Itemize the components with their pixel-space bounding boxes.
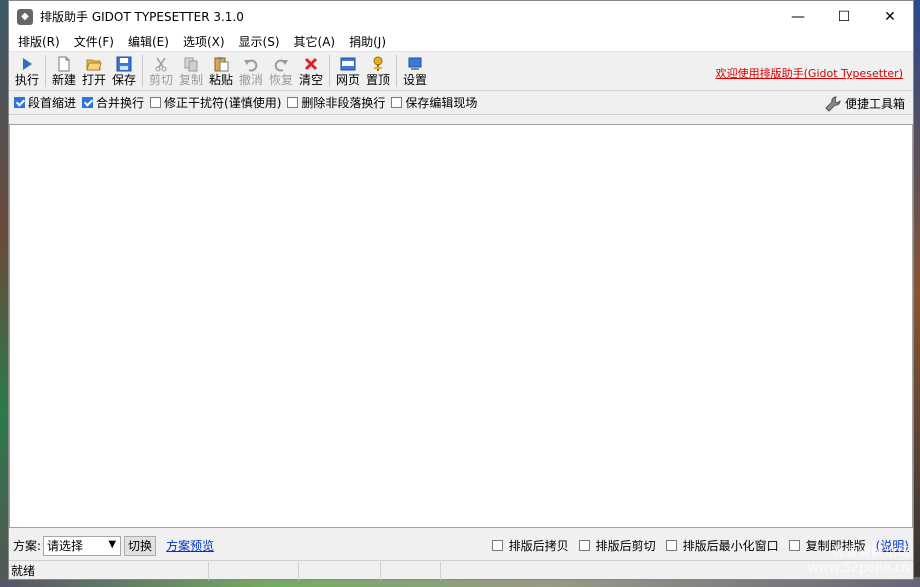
checkbox-box [391,97,403,108]
text-editor[interactable] [9,124,913,528]
settings-button[interactable]: 设置 [400,53,430,89]
monitor-icon [408,57,422,70]
checkbox-box [491,540,503,551]
redo-icon [274,59,288,72]
checkbox-box [150,97,162,108]
checkbox-box [665,540,677,551]
html-page-icon [340,57,356,70]
copy-icon [184,57,198,71]
app-window: ◆ 排版助手 GIDOT TYPESETTER 3.1.0 — ☐ ✕ 排版(R… [8,0,914,580]
menu-bar: 排版(R) 文件(F) 编辑(E) 选项(X) 显示(S) 其它(A) 捐助(J… [9,32,913,52]
open-button[interactable]: 打开 [79,53,109,89]
status-cell [209,561,299,580]
status-cell [381,561,441,580]
undo-button[interactable]: 撤消 [236,53,266,89]
save-button[interactable]: 保存 [109,53,139,89]
window-title: 排版助手 GIDOT TYPESETTER 3.1.0 [40,10,244,24]
chevron-down-icon: ▼ [108,538,117,550]
checkbox-box [14,97,25,108]
watermark: 吾爱破解论坛 www.52pojie.cn [807,545,910,576]
floppy-disk-icon [116,56,132,71]
folder-open-icon [86,59,102,70]
paste-button[interactable]: 粘贴 [206,53,236,89]
pin-top-button[interactable]: 置顶 [363,53,393,89]
checkbox-box [82,97,94,108]
status-cell [299,561,381,580]
app-logo-icon: ◆ [17,8,33,25]
switch-button[interactable]: 切换 [124,535,157,556]
new-file-icon [58,56,70,71]
redo-button[interactable]: 恢复 [266,53,296,89]
option-save-session-checkbox[interactable]: 保存编辑现场 [391,94,477,111]
toolbar: 执行 新建 打开 保存 剪切 复制 粘贴 撤消 恢复 清空 网页 置顶 设置 欢… [9,52,913,91]
desktop-background-right [914,0,920,587]
web-button[interactable]: 网页 [333,53,363,89]
checkbox-box [287,97,299,108]
run-button[interactable]: 执行 [12,53,42,89]
desktop-background-left [0,0,8,587]
menu-donate[interactable]: 捐助(J) [342,32,393,52]
checkbox-box [578,540,590,551]
minimize-button[interactable]: — [775,1,821,32]
menu-other[interactable]: 其它(A) [287,32,343,52]
scheme-bar: 方案: 请选择 ▼ 切换 方案预览 排版后拷贝 排版后剪切 排版后最小化窗口 复… [9,532,913,559]
minimize-after-checkbox[interactable]: 排版后最小化窗口 [665,537,779,554]
close-button[interactable]: ✕ [867,1,913,32]
toolbox-button[interactable]: 便捷工具箱 [825,95,905,112]
cut-after-checkbox[interactable]: 排版后剪切 [578,537,656,554]
checkbox-box [788,540,800,551]
undo-icon [244,59,258,72]
clipboard-icon [214,56,229,71]
play-icon [23,57,32,70]
option-fix-interference-checkbox[interactable]: 修正干扰符(谨慎使用) [150,94,281,111]
new-button[interactable]: 新建 [49,53,79,89]
menu-options[interactable]: 选项(X) [176,32,232,52]
scheme-label: 方案: [13,539,42,553]
cut-button[interactable]: 剪切 [146,53,176,89]
copy-button[interactable]: 复制 [176,53,206,89]
copy-after-checkbox[interactable]: 排版后拷贝 [491,537,569,554]
menu-view[interactable]: 显示(S) [232,32,287,52]
wrench-icon [825,96,841,112]
title-bar: ◆ 排版助手 GIDOT TYPESETTER 3.1.0 — ☐ ✕ [9,1,913,32]
red-x-icon [304,57,318,70]
clear-button[interactable]: 清空 [296,53,326,89]
scheme-select[interactable]: 请选择 ▼ [43,535,122,556]
scissors-icon [155,57,167,71]
option-indent-checkbox[interactable]: 段首缩进 [14,94,76,111]
status-text: 就绪 [9,561,209,580]
maximize-button[interactable]: ☐ [821,1,867,32]
menu-edit[interactable]: 编辑(E) [121,32,176,52]
options-bar: 段首缩进 合并换行 修正干扰符(谨慎使用) 删除非段落换行 保存编辑现场 便捷工… [9,91,913,115]
welcome-link[interactable]: 欢迎使用排版助手(Gidot Typesetter) [716,65,903,81]
status-bar: 就绪 [9,560,913,580]
menu-file[interactable]: 文件(F) [67,32,121,52]
menu-typeset[interactable]: 排版(R) [11,32,67,52]
option-remove-breaks-checkbox[interactable]: 删除非段落换行 [287,94,385,111]
scheme-preview-link[interactable]: 方案预览 [166,537,214,554]
pin-icon [373,56,383,71]
option-merge-lines-checkbox[interactable]: 合并换行 [82,94,144,111]
